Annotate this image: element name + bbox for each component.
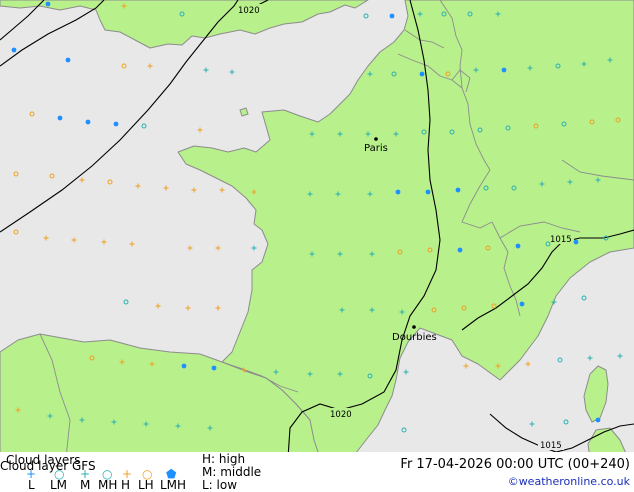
isobar-label: 1015 — [550, 235, 572, 245]
cloud-blob-symbol — [595, 417, 601, 423]
legend-footer: Cloud layers Cloud layer GFS + ○ + ○ + ○… — [0, 452, 634, 492]
cloud-blob-symbol — [45, 1, 51, 7]
cloud-blob-symbol — [85, 119, 91, 125]
place-label-paris: Paris — [364, 143, 388, 154]
forecast-datetime: Fr 17-04-2026 00:00 UTC (00+240) — [400, 457, 630, 472]
cloud-blob-symbol — [425, 189, 431, 195]
cloud-blob-symbol — [573, 239, 579, 245]
legend-label-m: M — [80, 478, 91, 492]
cloud-blob-symbol — [211, 365, 217, 371]
cloud-blob-symbol — [501, 67, 507, 73]
cloud-blob-symbol — [457, 247, 463, 253]
legend-key-low: L: low — [202, 478, 238, 492]
cloud-blob-symbol — [395, 189, 401, 195]
weather-map: 1020 1015 1020 1015 Paris Dourbies — [0, 0, 634, 458]
cloud-blob-symbol — [57, 115, 63, 121]
isobar-label: 1015 — [540, 441, 562, 451]
channel-island — [239, 107, 249, 117]
legend-label-lh: LH — [138, 478, 154, 492]
cloud-blob-symbol — [113, 121, 119, 127]
city-dot — [374, 137, 378, 141]
cloud-blob-symbol — [515, 243, 521, 249]
isobar-label: 1020 — [330, 410, 352, 420]
cloud-blob-symbol — [419, 71, 425, 77]
cloud-blob-symbol — [65, 57, 71, 63]
city-dot — [412, 325, 416, 329]
credit-link[interactable]: ©weatheronline.co.uk — [508, 475, 630, 488]
legend-label-lm: LM — [50, 478, 68, 492]
cloud-blob-symbol — [389, 13, 395, 19]
legend-label-lmh: LMH — [160, 478, 187, 492]
cloud-blob-symbol — [455, 187, 461, 193]
cloud-blob-symbol — [181, 363, 187, 369]
cloud-blob-symbol — [519, 301, 525, 307]
legend-label-mh: MH — [98, 478, 118, 492]
place-label-dourbies: Dourbies — [392, 332, 437, 343]
isobar-label: 1020 — [238, 6, 260, 16]
cloud-blob-symbol — [11, 47, 17, 53]
legend-label-h: H — [121, 478, 131, 492]
legend-label-l: L — [28, 478, 35, 492]
